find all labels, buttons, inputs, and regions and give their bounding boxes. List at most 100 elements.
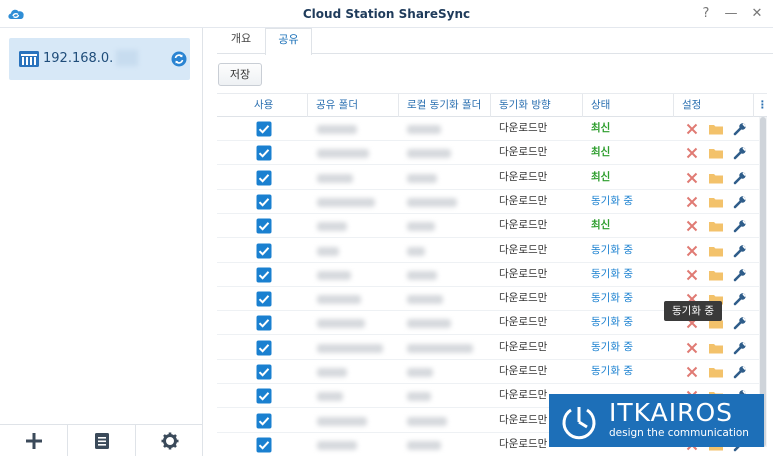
connection-item[interactable]: 192.168.0.: [9, 38, 190, 80]
watermark-tagline: design the communication: [609, 427, 749, 439]
table-row[interactable]: 다운로드만 동기화 중: [217, 190, 767, 214]
table-row[interactable]: 다운로드만 동기화 중: [217, 263, 767, 287]
column-menu-icon[interactable]: ⋮: [754, 94, 767, 117]
table-row[interactable]: 다운로드만 동기화 중: [217, 336, 767, 360]
window-title: Cloud Station ShareSync: [302, 7, 471, 21]
redacted-local-folder: [407, 197, 457, 207]
sync-status: 동기화 중: [591, 292, 633, 305]
sync-direction: 다운로드만: [499, 292, 548, 305]
tab-overview[interactable]: 개요: [217, 28, 265, 54]
remove-icon[interactable]: [684, 243, 700, 259]
redacted-shared-folder: [317, 173, 353, 183]
wrench-icon[interactable]: [732, 121, 748, 137]
sync-direction: 다운로드만: [499, 243, 548, 256]
col-header-enable[interactable]: 사용: [217, 94, 308, 117]
remove-icon[interactable]: [684, 218, 700, 234]
wrench-icon[interactable]: [732, 194, 748, 210]
redacted-local-folder: [407, 392, 431, 402]
add-button[interactable]: [0, 425, 68, 456]
enable-checkbox[interactable]: [256, 170, 272, 186]
col-header-status[interactable]: 상태: [583, 94, 674, 117]
wrench-icon[interactable]: [732, 170, 748, 186]
folder-icon[interactable]: [708, 267, 724, 283]
wrench-icon[interactable]: [732, 364, 748, 380]
folder-icon[interactable]: [708, 170, 724, 186]
wrench-icon[interactable]: [732, 267, 748, 283]
settings-button[interactable]: [136, 425, 203, 456]
redacted-shared-folder: [317, 125, 357, 134]
folder-icon[interactable]: [708, 145, 724, 161]
redacted-shared-folder: [317, 246, 339, 256]
minimize-button[interactable]: —: [722, 5, 740, 23]
help-button[interactable]: ?: [697, 5, 715, 23]
col-header-shared-folder[interactable]: 공유 폴더: [308, 94, 399, 117]
wrench-icon[interactable]: [732, 145, 748, 161]
redacted-local-folder: [407, 246, 425, 256]
wrench-icon[interactable]: [732, 340, 748, 356]
wrench-icon[interactable]: [732, 315, 748, 331]
watermark-name: ITKAIROS: [609, 398, 733, 427]
table-header: 사용 공유 폴더 로컬 동기화 폴더 동기화 방향 상태 설정 ⋮: [217, 93, 767, 117]
enable-checkbox[interactable]: [256, 194, 272, 210]
remove-icon[interactable]: [684, 145, 700, 161]
folder-icon[interactable]: [708, 194, 724, 210]
enable-checkbox[interactable]: [256, 243, 272, 259]
folder-icon[interactable]: [708, 121, 724, 137]
sync-direction: 다운로드만: [499, 146, 548, 159]
wrench-icon[interactable]: [732, 291, 748, 307]
folder-icon[interactable]: [708, 340, 724, 356]
wrench-icon[interactable]: [732, 218, 748, 234]
table-row[interactable]: 다운로드만 최신: [217, 141, 767, 166]
table-row[interactable]: 다운로드만 최신: [217, 117, 767, 141]
redacted-local-folder: [407, 173, 437, 183]
tab-share[interactable]: 공유: [265, 28, 312, 55]
tab-bar: 개요 공유: [217, 28, 773, 55]
table-row[interactable]: 다운로드만 동기화 중: [217, 360, 767, 384]
close-button[interactable]: ✕: [748, 5, 766, 23]
sidebar-toolbar: [0, 424, 203, 456]
enable-checkbox[interactable]: [256, 340, 272, 356]
title-bar: Cloud Station ShareSync ? — ✕: [0, 0, 773, 28]
enable-checkbox[interactable]: [256, 291, 272, 307]
folder-icon[interactable]: [708, 364, 724, 380]
folder-icon[interactable]: [708, 218, 724, 234]
table-row[interactable]: 다운로드만 최신: [217, 214, 767, 239]
remove-icon[interactable]: [684, 121, 700, 137]
sync-direction: 다운로드만: [499, 316, 548, 329]
redacted-shared-folder: [317, 295, 361, 305]
remove-icon[interactable]: [684, 364, 700, 380]
sync-direction: 다운로드만: [499, 389, 548, 402]
sync-direction: 다운로드만: [499, 365, 548, 377]
remove-icon[interactable]: [684, 340, 700, 356]
remove-icon[interactable]: [684, 194, 700, 210]
enable-checkbox[interactable]: [256, 413, 272, 429]
folder-icon[interactable]: [708, 243, 724, 259]
col-header-settings[interactable]: 설정: [674, 94, 754, 117]
enable-checkbox[interactable]: [256, 388, 272, 404]
col-header-local-folder[interactable]: 로컬 동기화 폴더: [399, 94, 491, 117]
col-header-direction[interactable]: 동기화 방향: [491, 94, 583, 117]
table-row[interactable]: 다운로드만 동기화 중: [217, 239, 767, 263]
sync-status: 최신: [591, 170, 611, 183]
enable-checkbox[interactable]: [256, 315, 272, 331]
redacted-local-folder: [407, 416, 447, 426]
wrench-icon[interactable]: [732, 243, 748, 259]
redacted-shared-folder: [317, 343, 383, 353]
enable-checkbox[interactable]: [256, 364, 272, 380]
connection-ip: 192.168.0.: [43, 51, 114, 66]
redacted-shared-folder: [317, 149, 369, 159]
redacted-shared-folder: [317, 270, 351, 280]
remove-icon[interactable]: [684, 170, 700, 186]
log-button[interactable]: [68, 425, 136, 456]
enable-checkbox[interactable]: [256, 145, 272, 161]
enable-checkbox[interactable]: [256, 267, 272, 283]
sync-icon[interactable]: [171, 51, 187, 67]
save-button[interactable]: 저장: [218, 63, 262, 86]
redacted-local-folder: [407, 343, 473, 353]
table-row[interactable]: 다운로드만 최신: [217, 166, 767, 190]
enable-checkbox[interactable]: [256, 437, 272, 453]
enable-checkbox[interactable]: [256, 121, 272, 137]
remove-icon[interactable]: [684, 267, 700, 283]
sync-direction: 다운로드만: [499, 194, 548, 207]
enable-checkbox[interactable]: [256, 218, 272, 234]
